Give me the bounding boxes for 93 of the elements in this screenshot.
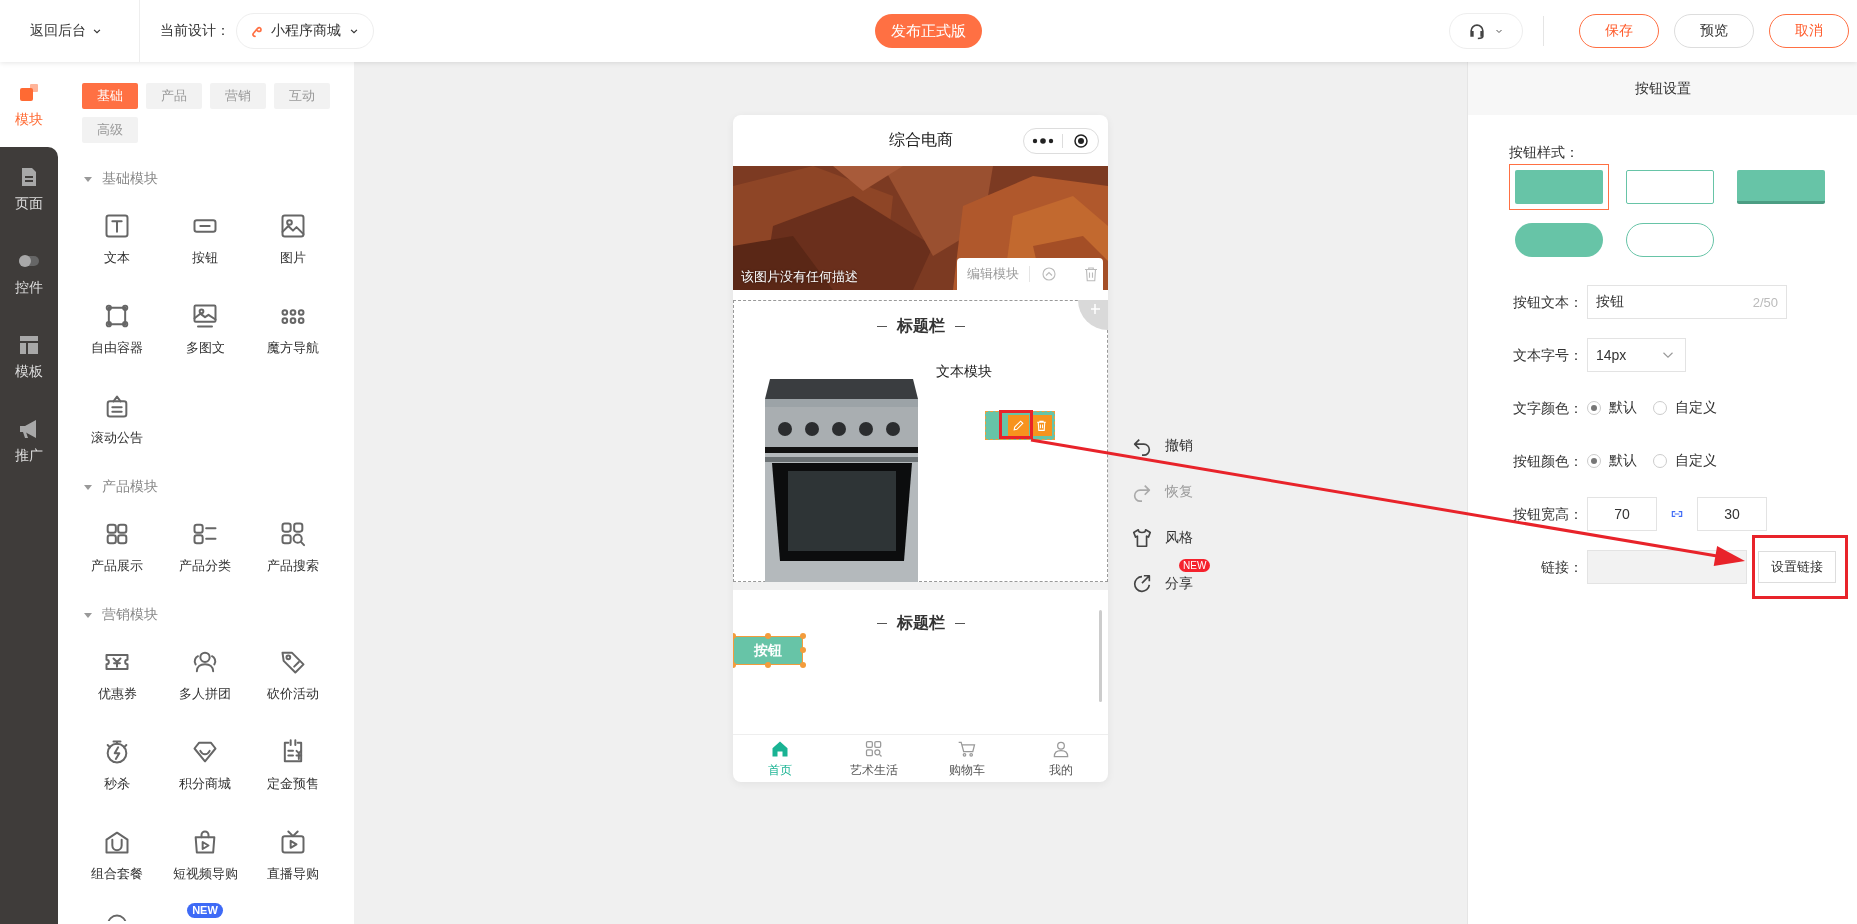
module-item[interactable]: 魔方导航 — [249, 302, 337, 356]
radio-option[interactable]: 自定义 — [1653, 452, 1717, 470]
module-item[interactable]: 按钮 — [161, 212, 249, 266]
radio-option[interactable]: 默认 — [1587, 452, 1637, 470]
rail-tab[interactable]: 模板 — [0, 315, 58, 399]
link-field[interactable] — [1587, 550, 1747, 584]
move-up-icon[interactable] — [1040, 265, 1058, 283]
field-label: 链接： — [1540, 559, 1583, 575]
resize-handle[interactable] — [800, 662, 806, 668]
rail-tab[interactable]: 页面 — [0, 147, 58, 231]
radio-option[interactable]: 默认 — [1587, 399, 1637, 417]
pencil-icon — [1012, 419, 1025, 432]
section-title: 基础模块 — [102, 170, 158, 188]
width-field[interactable]: 70 — [1587, 497, 1657, 531]
design-selector[interactable]: 小程序商城 — [236, 13, 374, 49]
delete-button[interactable] — [1031, 415, 1052, 436]
module-item[interactable]: 产品展示 — [73, 520, 161, 574]
page-title: 综合电商 — [888, 130, 953, 150]
section-heading: 标题栏 — [896, 612, 945, 633]
new-badge: NEW — [187, 903, 223, 918]
share-icon — [1131, 573, 1153, 595]
module-item[interactable]: 产品分类 — [161, 520, 249, 574]
move-handle-icon[interactable] — [1078, 300, 1108, 330]
trash-icon[interactable] — [1082, 265, 1100, 283]
module-item[interactable]: 产品搜索 — [249, 520, 337, 574]
image-icon — [279, 212, 307, 240]
module-item[interactable]: 多图文 — [161, 302, 249, 356]
module-item[interactable]: 定金预售 — [249, 738, 337, 792]
target-icon — [1071, 131, 1090, 150]
rail-tab[interactable]: 推广 — [0, 399, 58, 483]
nav-tab[interactable]: 我的 — [1014, 735, 1108, 782]
section-title: 营销模块 — [102, 606, 158, 624]
module-item[interactable]: 积分商城 — [161, 738, 249, 792]
preview-button[interactable]: 预览 — [1674, 14, 1754, 48]
text-field[interactable]: 按钮 2/50 — [1587, 285, 1787, 319]
module-item[interactable]: 多人拼团 — [161, 648, 249, 702]
layout-icon — [17, 333, 41, 357]
resize-handle[interactable] — [800, 647, 806, 653]
module-item[interactable]: 滚动公告 — [73, 392, 161, 446]
support-button[interactable] — [1449, 13, 1523, 49]
field-label: 按钮文本： — [1513, 294, 1583, 310]
text-icon — [103, 212, 131, 240]
grid-search-icon — [279, 520, 307, 548]
char-counter: 2/50 — [1752, 294, 1778, 310]
capsule-menu[interactable] — [1023, 127, 1099, 154]
radio-option[interactable]: 自定义 — [1653, 399, 1717, 417]
cart-icon — [957, 739, 978, 759]
field-value: 14px — [1596, 347, 1627, 363]
headset-icon — [1467, 21, 1487, 41]
module-item[interactable]: 图片 — [249, 212, 337, 266]
section-heading: 标题栏 — [896, 315, 945, 336]
field-label: 文字颜色： — [1513, 400, 1583, 416]
module-item[interactable]: 自由容器 — [73, 302, 161, 356]
field-label: 按钮宽高： — [1513, 506, 1583, 522]
module-item[interactable]: 短视频导购 — [161, 828, 249, 882]
rail-tab[interactable]: 控件 — [0, 231, 58, 315]
module-item[interactable]: 直播导购 — [249, 828, 337, 882]
new-badge: NEW — [1179, 559, 1211, 572]
canvas-action[interactable]: 撤销 — [1131, 423, 1193, 469]
resize-handle[interactable] — [800, 633, 806, 639]
size-dropdown[interactable]: 14px — [1587, 338, 1686, 372]
nav-tab[interactable]: 艺术生活 — [826, 735, 921, 782]
style-option[interactable] — [1509, 164, 1609, 210]
edit-button[interactable] — [1008, 415, 1029, 436]
tv-play-icon — [279, 828, 307, 856]
text-module: 文本模块 — [936, 362, 993, 381]
module-item[interactable]: 组合套餐 — [73, 828, 161, 882]
image-caption: 该图片没有任何描述 — [741, 268, 858, 286]
module-item[interactable]: 优惠券 — [73, 648, 161, 702]
canvas-action[interactable]: 风格 — [1131, 515, 1193, 561]
field-label: 文本字号： — [1513, 347, 1583, 363]
gallery-icon — [191, 302, 219, 330]
module-item[interactable]: 文本 — [73, 212, 161, 266]
container-icon — [103, 302, 131, 330]
height-field[interactable]: 30 — [1697, 497, 1767, 531]
shirt-icon — [1131, 527, 1153, 549]
resize-handle[interactable] — [765, 633, 771, 639]
field-label: 按钮颜色： — [1513, 453, 1583, 469]
module-item[interactable]: 砍价活动 — [249, 648, 337, 702]
design-label: 当前设计： — [160, 22, 230, 40]
nav-tab[interactable]: 购物车 — [920, 735, 1015, 782]
highlight-frame — [999, 410, 1033, 439]
selected-button[interactable] — [985, 411, 1055, 440]
grid-search-icon — [863, 739, 884, 759]
section-title: 产品模块 — [102, 478, 158, 496]
resize-handle[interactable] — [765, 662, 771, 668]
field-label: 按钮样式： — [1509, 144, 1580, 160]
set-link-button[interactable]: 设置链接 — [1758, 551, 1836, 583]
module-item[interactable]: 秒杀 — [73, 738, 161, 792]
trash-icon — [1035, 419, 1048, 432]
field-value: 按钮 — [1596, 293, 1624, 311]
panel-title: 按钮设置 — [1468, 62, 1857, 115]
more-icon — [1032, 137, 1055, 144]
